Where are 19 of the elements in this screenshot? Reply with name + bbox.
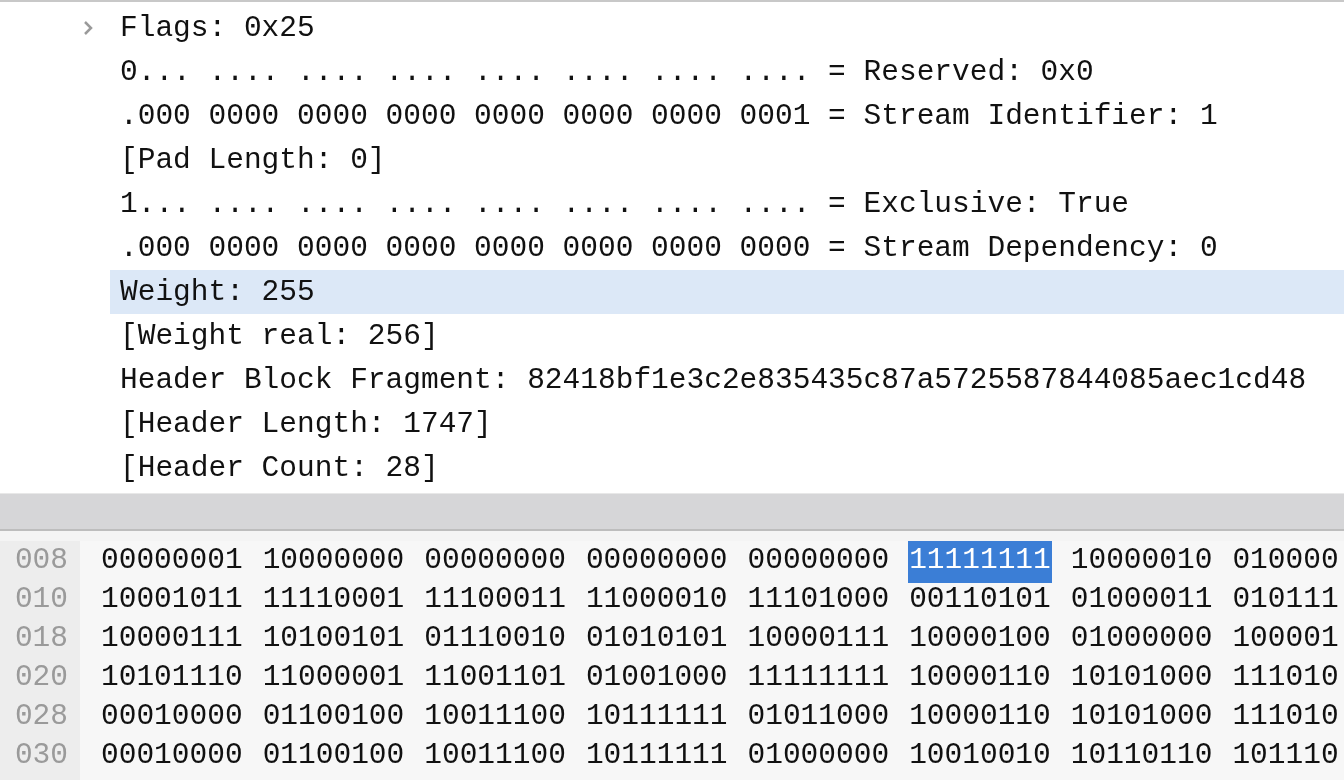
tree-row[interactable]: .000 0000 0000 0000 0000 0000 0000 0001 = Stream Identifier: 1 (110, 94, 1344, 138)
offset-label: 010 (13, 581, 69, 619)
pane-splitter[interactable] (0, 493, 1344, 531)
tree-row[interactable]: [Header Count: 28] (110, 446, 1344, 490)
tree-row[interactable]: [Pad Length: 0] (110, 138, 1344, 182)
tree-row[interactable]: .000 0000 0000 0000 0000 0000 0000 0000 = Stream Dependency: 0 (110, 226, 1344, 270)
tree-row[interactable]: [Header Length: 1747] (110, 402, 1344, 446)
tree-row[interactable]: Flags: 0x25 (110, 6, 1344, 50)
byte-value[interactable]: 11111111 (908, 541, 1052, 583)
offset-label: 018 (13, 620, 69, 658)
offset-label: 020 (13, 659, 69, 697)
offset-label: 008 (13, 542, 69, 580)
tree-row[interactable]: 1... .... .... .... .... .... .... .... = Exclusive: True (110, 182, 1344, 226)
offset-label: 028 (13, 698, 69, 736)
tree-row[interactable]: Weight: 255 (110, 270, 1344, 314)
tree-row[interactable]: [Weight real: 256] (110, 314, 1344, 358)
tree-row[interactable]: 0... .... .... .... .... .... .... .... = Reserved: 0x0 (110, 50, 1344, 94)
offset-label: 030 (13, 737, 69, 775)
tree-row[interactable]: Header Block Fragment: 82418bf1e3c2e835435c87a5725587844085aec1cd48 (110, 358, 1344, 402)
